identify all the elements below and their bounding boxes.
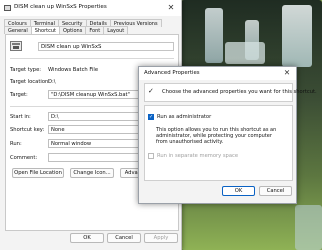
separate-memory-checkbox[interactable] bbox=[148, 153, 154, 159]
start-in-label: Start in: bbox=[10, 114, 31, 120]
separate-memory-label: Run in separate memory space bbox=[157, 153, 239, 159]
dialog-title-bar: Advanced Properties ✕ bbox=[139, 67, 296, 80]
run-as-admin-label: Run as administrator bbox=[157, 114, 212, 120]
dialog-cancel-button[interactable]: Cancel bbox=[259, 186, 292, 196]
target-type-value: Windows Batch File bbox=[48, 67, 99, 73]
tab-layout[interactable]: Layout bbox=[103, 26, 129, 34]
comment-label: Comment: bbox=[10, 155, 38, 161]
batch-file-icon bbox=[10, 41, 22, 51]
close-icon[interactable]: ✕ bbox=[164, 3, 178, 13]
ok-button[interactable]: OK bbox=[70, 233, 104, 243]
run-select-value: Normal window bbox=[51, 141, 92, 147]
divider bbox=[10, 58, 174, 59]
window-title: DISM clean up WinSxS Properties bbox=[14, 4, 107, 10]
dialog-title: Advanced Properties bbox=[144, 70, 200, 76]
shortcut-file-icon bbox=[4, 5, 11, 11]
waterfall-stream-4 bbox=[225, 42, 265, 64]
title-bar: DISM clean up WinSxS Properties ✕ bbox=[0, 0, 181, 16]
waterfall-stream-1 bbox=[205, 8, 223, 63]
tab-row-bottom: General Shortcut Options Font Layout bbox=[4, 26, 129, 35]
shortcut-key-label: Shortcut key: bbox=[10, 127, 45, 133]
checkmark-icon: ✓ bbox=[148, 87, 154, 95]
dialog-ok-button[interactable]: OK bbox=[222, 186, 255, 196]
change-icon-button[interactable]: Change Icon... bbox=[70, 168, 114, 178]
target-location-label: Target location: bbox=[10, 79, 51, 85]
run-as-admin-description: This option allows you to run this short… bbox=[156, 127, 277, 146]
tab-general[interactable]: General bbox=[4, 26, 32, 34]
target-location-value: D:\ bbox=[48, 79, 56, 85]
info-text: Choose the advanced properties you want … bbox=[162, 89, 317, 95]
run-label: Run: bbox=[10, 141, 22, 147]
waterfall-stream-3 bbox=[282, 5, 312, 67]
target-type-label: Target type: bbox=[10, 67, 42, 73]
advanced-properties-dialog: Advanced Properties ✕ ✓ Choose the advan… bbox=[138, 66, 317, 204]
tab-options[interactable]: Options bbox=[59, 26, 87, 34]
open-file-location-button[interactable]: Open File Location bbox=[12, 168, 64, 178]
apply-button[interactable]: Apply bbox=[144, 233, 178, 243]
run-as-admin-checkbox[interactable]: ✓ bbox=[148, 114, 154, 120]
target-label: Target: bbox=[10, 92, 28, 98]
dialog-close-icon[interactable]: ✕ bbox=[281, 68, 293, 78]
shortcut-name-field[interactable]: DISM clean up WinSxS bbox=[38, 42, 174, 51]
tab-font[interactable]: Font bbox=[85, 26, 105, 34]
water-pool bbox=[295, 205, 322, 250]
cancel-button[interactable]: Cancel bbox=[107, 233, 141, 243]
